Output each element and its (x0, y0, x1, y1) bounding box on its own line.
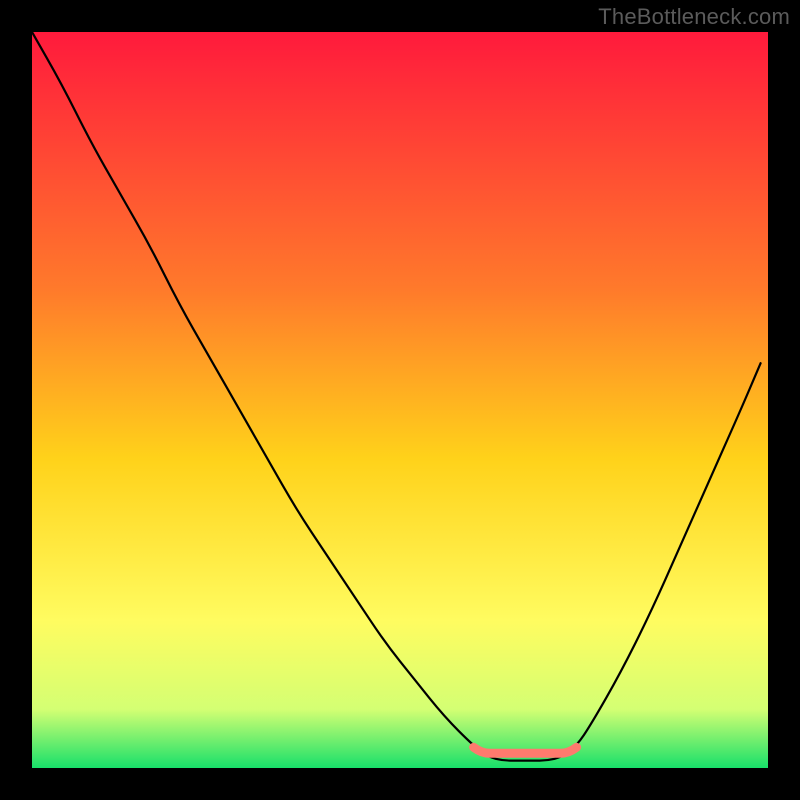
chart-frame: TheBottleneck.com (0, 0, 800, 800)
plot-area (32, 32, 768, 768)
watermark-label: TheBottleneck.com (598, 4, 790, 30)
gradient-background (32, 32, 768, 768)
bottleneck-curve-chart (32, 32, 768, 768)
